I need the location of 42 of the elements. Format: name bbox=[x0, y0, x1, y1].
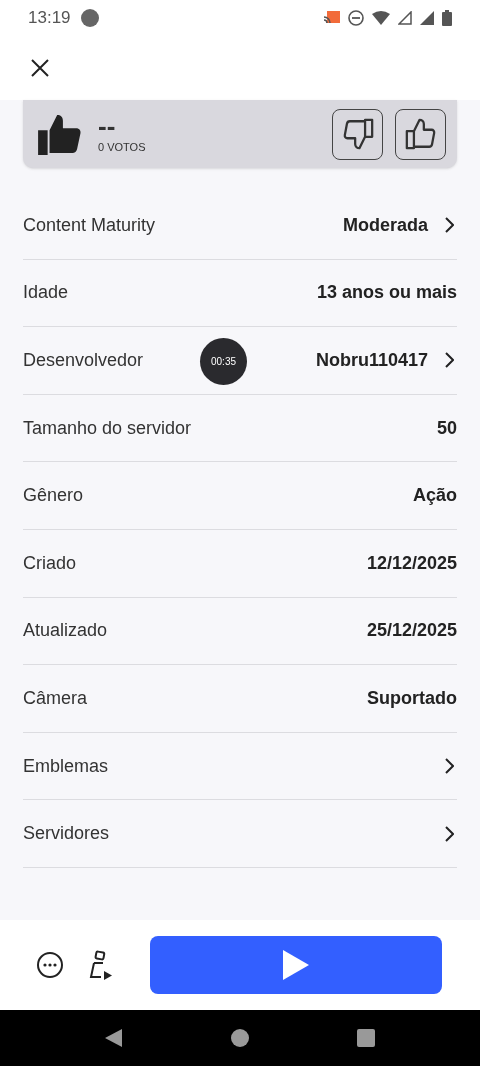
detail-value: Ação bbox=[413, 484, 457, 508]
chevron-right-icon[interactable] bbox=[444, 352, 454, 369]
signal-icon bbox=[420, 11, 434, 25]
chevron-right-icon[interactable] bbox=[444, 217, 454, 234]
detail-value: Suportado bbox=[367, 686, 457, 710]
detail-value: 50 bbox=[436, 416, 457, 440]
do-not-disturb-icon bbox=[348, 10, 364, 26]
cast-icon bbox=[324, 11, 340, 25]
chevron-right-icon[interactable] bbox=[444, 758, 454, 775]
detail-label: Emblemas bbox=[23, 754, 109, 778]
detail-value: Nobru110417 bbox=[315, 349, 428, 372]
detail-label: Content Maturity bbox=[23, 213, 156, 237]
rating-score: -- bbox=[98, 112, 117, 139]
detail-label: Desenvolvedor bbox=[23, 349, 144, 372]
detail-value: 13 anos ou mais bbox=[316, 281, 457, 305]
dislike-button[interactable] bbox=[332, 108, 383, 160]
recording-bubble[interactable]: 00:35 bbox=[200, 338, 247, 385]
detail-value: 12/12/2025 bbox=[366, 551, 457, 575]
detail-label: Câmera bbox=[23, 686, 88, 710]
detail-value: Moderada bbox=[342, 213, 428, 237]
status-time: 13:19 bbox=[28, 7, 71, 30]
detail-label: Tamanho do servidor bbox=[23, 416, 192, 440]
home-icon[interactable] bbox=[231, 1029, 249, 1047]
chevron-right-icon[interactable] bbox=[444, 825, 454, 842]
play-button[interactable] bbox=[150, 936, 442, 994]
detail-label: Gênero bbox=[23, 484, 84, 508]
wifi-icon bbox=[372, 11, 390, 25]
back-icon[interactable] bbox=[105, 1029, 123, 1047]
more-options-icon[interactable] bbox=[36, 951, 64, 979]
like-button[interactable] bbox=[395, 108, 446, 160]
vote-count: 0 VOTOS bbox=[98, 139, 146, 155]
detail-label: Servidores bbox=[23, 822, 110, 846]
battery-icon bbox=[442, 10, 452, 26]
close-icon[interactable] bbox=[30, 58, 50, 78]
detail-label: Idade bbox=[23, 281, 69, 305]
status-dot-icon bbox=[80, 9, 99, 27]
signal-icon bbox=[398, 11, 412, 25]
detail-label: Atualizado bbox=[23, 619, 108, 643]
play-icon bbox=[283, 950, 309, 980]
detail-value: 25/12/2025 bbox=[366, 619, 457, 643]
thumbs-up-icon bbox=[403, 117, 438, 151]
detail-label: Criado bbox=[23, 551, 77, 575]
